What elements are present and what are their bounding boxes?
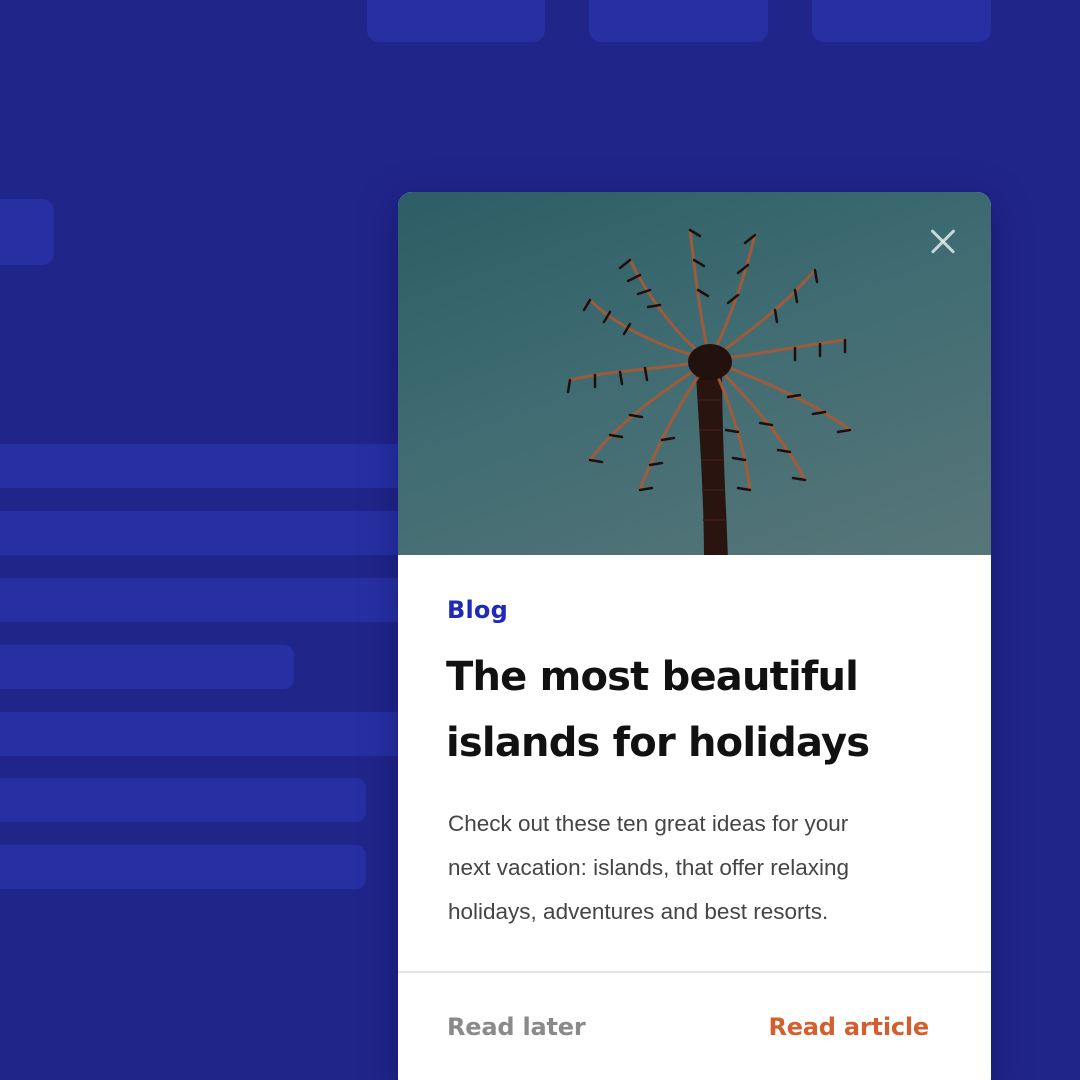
- description-line: next vacation: islands, that offer relax…: [448, 855, 850, 880]
- placeholder-button: [0, 199, 54, 265]
- read-article-button[interactable]: Read article: [768, 1013, 929, 1041]
- read-later-button[interactable]: Read later: [447, 1013, 586, 1041]
- placeholder-text-row: [0, 778, 366, 822]
- page-background: Blog The most beautiful islands for holi…: [0, 0, 1080, 1080]
- article-description: Check out these ten great ideas for your…: [448, 802, 958, 934]
- article-card: Blog The most beautiful islands for holi…: [398, 192, 991, 1080]
- placeholder-tab-2: [589, 0, 768, 42]
- placeholder-tab-1: [367, 0, 545, 42]
- card-divider: [398, 971, 991, 973]
- description-line: Check out these ten great ideas for your: [448, 811, 849, 836]
- placeholder-text-row: [0, 645, 294, 689]
- description-line: holidays, adventures and best resorts.: [448, 899, 829, 924]
- placeholder-text-row: [0, 511, 420, 555]
- article-title-line: islands for holidays: [446, 720, 870, 766]
- placeholder-text-row: [0, 845, 366, 889]
- article-hero-image: [398, 192, 991, 555]
- placeholder-text-row: [0, 444, 420, 488]
- placeholder-tab-3: [812, 0, 991, 42]
- palm-tree-photo: [566, 228, 852, 555]
- article-category[interactable]: Blog: [447, 596, 508, 624]
- article-title: The most beautiful islands for holidays: [446, 644, 946, 776]
- placeholder-text-row: [0, 712, 420, 756]
- placeholder-text-row: [0, 578, 420, 622]
- close-icon[interactable]: [925, 223, 961, 259]
- article-title-line: The most beautiful: [446, 654, 859, 700]
